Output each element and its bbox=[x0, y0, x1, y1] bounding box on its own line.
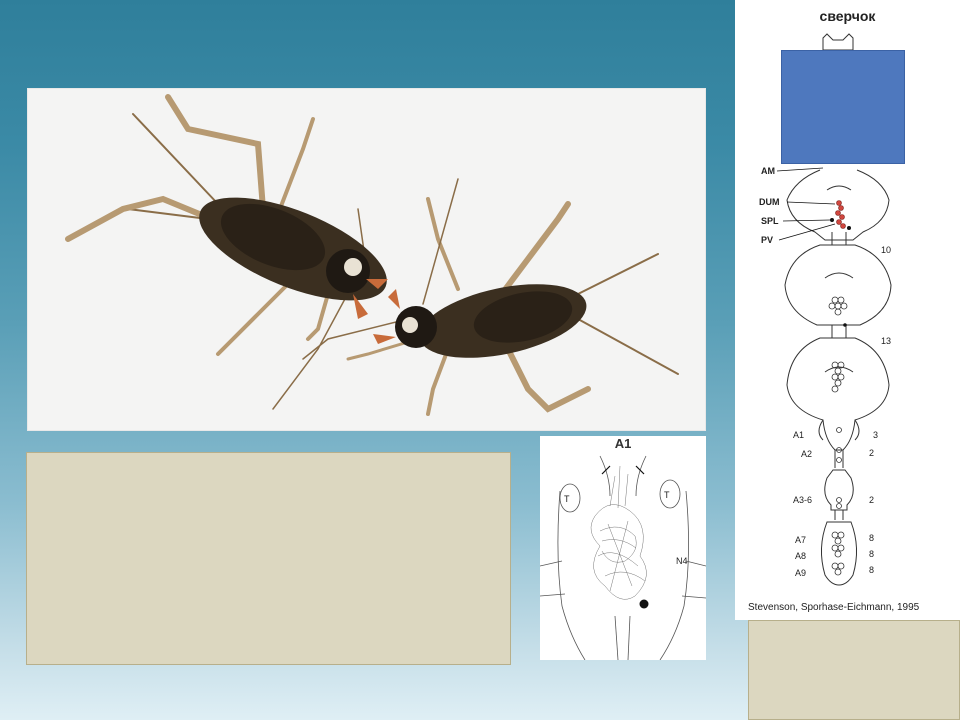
svg-text:8: 8 bbox=[869, 533, 874, 543]
svg-text:DUM: DUM bbox=[759, 197, 780, 207]
svg-text:SPL: SPL bbox=[761, 216, 779, 226]
svg-text:N4: N4 bbox=[676, 556, 688, 566]
svg-text:T: T bbox=[664, 490, 670, 500]
svg-text:2: 2 bbox=[869, 448, 874, 458]
svg-text:13: 13 bbox=[881, 336, 891, 346]
a1-drawing-title: A1 bbox=[614, 436, 632, 451]
a1-ganglion-drawing: A1 T T N4 bbox=[540, 436, 706, 660]
svg-text:10: 10 bbox=[881, 245, 891, 255]
svg-text:2: 2 bbox=[869, 495, 874, 505]
svg-text:8: 8 bbox=[869, 549, 874, 559]
svg-text:3: 3 bbox=[873, 430, 878, 440]
empty-text-box-left bbox=[26, 452, 511, 665]
blue-overlay-rectangle bbox=[781, 50, 905, 164]
svg-text:A2: A2 bbox=[801, 449, 812, 459]
svg-text:T: T bbox=[564, 494, 570, 504]
svg-text:PV: PV bbox=[761, 235, 773, 245]
diagram-title: сверчок bbox=[819, 8, 876, 24]
svg-text:8: 8 bbox=[869, 565, 874, 575]
svg-text:A3-6: A3-6 bbox=[793, 495, 812, 505]
crickets-illustration bbox=[28, 89, 705, 430]
highlighted-dum-cells bbox=[835, 200, 846, 229]
empty-text-box-right bbox=[748, 620, 960, 720]
svg-text:A1: A1 bbox=[793, 430, 804, 440]
svg-text:A8: A8 bbox=[795, 551, 806, 561]
a1-neuron-sketch: T T N4 bbox=[540, 455, 706, 660]
crickets-fighting-photo bbox=[27, 88, 706, 431]
diagram-citation: Stevenson, Sporhase-Eichmann, 1995 bbox=[748, 602, 920, 613]
svg-text:A7: A7 bbox=[795, 535, 806, 545]
svg-text:AM: AM bbox=[761, 166, 775, 176]
svg-text:A9: A9 bbox=[795, 568, 806, 578]
